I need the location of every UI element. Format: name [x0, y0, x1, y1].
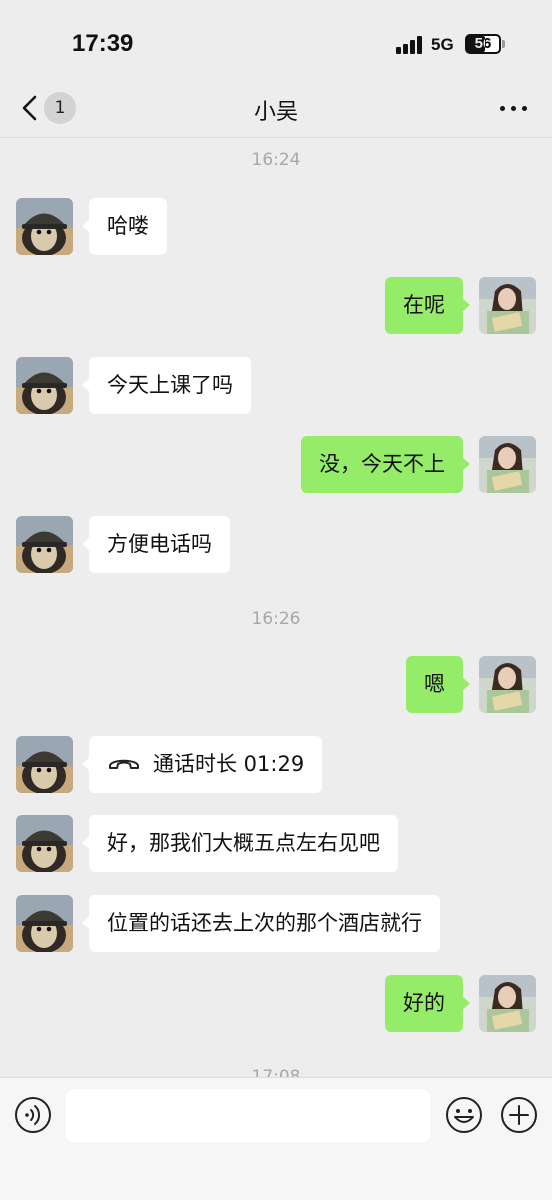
message-bubble-incoming[interactable]: 位置的话还去上次的那个酒店就行	[82, 895, 440, 952]
user-avatar[interactable]	[479, 975, 536, 1032]
user-avatar[interactable]	[479, 277, 536, 334]
message-input[interactable]	[66, 1089, 430, 1142]
contact-avatar[interactable]	[16, 516, 73, 573]
battery-tip	[502, 40, 505, 48]
contact-avatar[interactable]	[16, 815, 73, 872]
status-time: 17:39	[72, 30, 134, 57]
chat-title: 小吴	[253, 100, 298, 125]
chat-header: 1 小吴	[0, 80, 552, 138]
message-bubble-outgoing[interactable]: 没，今天不上	[301, 436, 470, 493]
user-avatar[interactable]	[479, 436, 536, 493]
status-bar: 17:39 5G 56	[0, 0, 552, 80]
network-type: 5G	[431, 35, 454, 54]
plus-icon[interactable]	[500, 1096, 538, 1134]
call-record-bubble[interactable]: 通话时长 01:29	[81, 736, 323, 793]
message-bubble-incoming[interactable]: 哈喽	[82, 198, 167, 255]
more-icon[interactable]	[498, 98, 530, 118]
contact-avatar[interactable]	[16, 895, 73, 952]
signal-icon	[396, 36, 424, 54]
message-bubble-outgoing[interactable]: 嗯	[406, 656, 470, 713]
voice-icon[interactable]	[14, 1096, 52, 1134]
contact-avatar[interactable]	[16, 198, 73, 255]
input-bar	[0, 1077, 552, 1200]
contact-avatar[interactable]	[16, 736, 73, 793]
battery-icon: 56	[465, 34, 501, 54]
call-icon	[109, 759, 139, 769]
message-bubble-incoming[interactable]: 方便电话吗	[82, 516, 230, 573]
contact-avatar[interactable]	[16, 357, 73, 414]
timestamp: 16:26	[251, 609, 301, 629]
timestamp: 16:24	[251, 150, 301, 170]
call-duration-text: 通话时长 01:29	[153, 752, 305, 776]
message-bubble-incoming[interactable]: 今天上课了吗	[82, 357, 251, 414]
message-bubble-outgoing[interactable]: 好的	[385, 975, 470, 1032]
message-bubble-outgoing[interactable]: 在呢	[385, 277, 470, 334]
user-avatar[interactable]	[479, 656, 536, 713]
message-bubble-incoming[interactable]: 好，那我们大概五点左右见吧	[82, 815, 398, 872]
battery-level: 56	[474, 35, 492, 52]
emoji-icon[interactable]	[445, 1096, 483, 1134]
